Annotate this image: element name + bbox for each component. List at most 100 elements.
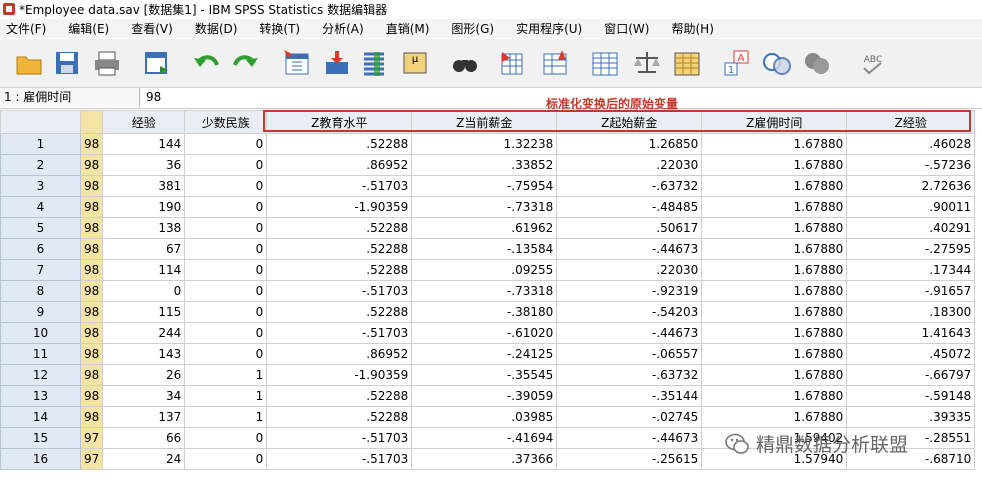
split-file-icon[interactable] [588,46,622,80]
menu-item-1[interactable]: 编辑(E) [62,20,117,37]
data-cell[interactable]: .46028 [846,133,976,155]
data-cell-selected-column[interactable]: 98 [79,133,104,155]
row-number[interactable]: 11 [0,343,81,365]
data-cell-selected-column[interactable]: 98 [79,301,104,323]
row-number[interactable]: 12 [0,364,81,386]
column-header[interactable]: 经验 [102,110,186,134]
data-cell[interactable]: -.51703 [266,280,413,302]
data-cell[interactable]: 1.67880 [701,280,848,302]
data-cell[interactable]: .61962 [411,217,558,239]
data-cell[interactable]: 66 [102,427,186,449]
data-cell[interactable]: 0 [184,280,268,302]
menu-item-7[interactable]: 图形(G) [445,20,502,37]
data-cell[interactable]: 144 [102,133,186,155]
data-cell[interactable]: 1.67880 [701,196,848,218]
menu-item-8[interactable]: 实用程序(U) [510,20,590,37]
data-cell[interactable]: 0 [102,280,186,302]
data-cell-selected-column[interactable]: 98 [79,343,104,365]
data-cell[interactable]: 0 [184,238,268,260]
data-cell[interactable]: -.63732 [556,175,703,197]
data-cell[interactable]: 115 [102,301,186,323]
data-cell[interactable]: -.66797 [846,364,976,386]
data-cell[interactable]: -.35144 [556,385,703,407]
spell-check-icon[interactable]: ABC [856,46,890,80]
data-cell[interactable]: 1.67880 [701,385,848,407]
insert-cases-icon[interactable] [496,46,530,80]
data-cell[interactable]: -.51703 [266,427,413,449]
menu-item-5[interactable]: 分析(A) [316,20,372,37]
data-cell[interactable]: 0 [184,196,268,218]
data-cell[interactable]: -.91657 [846,280,976,302]
data-cell[interactable]: .52288 [266,301,413,323]
data-cell[interactable]: .52288 [266,259,413,281]
data-cell[interactable]: 1.67880 [701,301,848,323]
row-number[interactable]: 3 [0,175,81,197]
row-number[interactable]: 15 [0,427,81,449]
find-icon[interactable] [448,46,482,80]
menu-item-3[interactable]: 数据(D) [189,20,246,37]
redo-icon[interactable] [228,46,262,80]
data-cell[interactable]: .03985 [411,406,558,428]
data-cell[interactable]: -.75954 [411,175,558,197]
menu-item-0[interactable]: 文件(F) [0,20,54,37]
data-cell[interactable]: .17344 [846,259,976,281]
data-cell[interactable]: -.51703 [266,448,413,470]
data-cell-selected-column[interactable]: 98 [79,280,104,302]
data-cell[interactable]: .22030 [556,259,703,281]
data-cell[interactable]: .22030 [556,154,703,176]
data-cell[interactable]: 1.32238 [411,133,558,155]
column-header[interactable]: Z雇佣时间 [701,110,848,134]
column-header[interactable]: Z当前薪金 [411,110,558,134]
data-cell[interactable]: -.63732 [556,364,703,386]
insert-variable-icon[interactable] [538,46,572,80]
open-folder-icon[interactable] [12,46,46,80]
show-all-variables-icon[interactable] [800,46,834,80]
data-cell[interactable]: 1.67880 [701,343,848,365]
data-cell[interactable]: -.51703 [266,322,413,344]
data-cell-selected-column[interactable]: 98 [79,322,104,344]
data-cell[interactable]: 26 [102,364,186,386]
data-cell[interactable]: 0 [184,259,268,281]
data-cell[interactable]: .50617 [556,217,703,239]
row-number[interactable]: 6 [0,238,81,260]
data-cell[interactable]: 1 [184,406,268,428]
data-cell-selected-column[interactable]: 97 [79,448,104,470]
data-cell[interactable]: -.35545 [411,364,558,386]
data-cell[interactable]: -.59148 [846,385,976,407]
weight-cases-icon[interactable] [630,46,664,80]
data-cell-selected-column[interactable]: 98 [79,238,104,260]
value-labels-icon[interactable]: A1 [720,46,754,80]
data-cell[interactable]: -.48485 [556,196,703,218]
data-cell[interactable]: 1.67880 [701,175,848,197]
menu-item-9[interactable]: 窗口(W) [598,20,657,37]
data-cell[interactable]: 1.67880 [701,217,848,239]
data-cell-selected-column[interactable]: 98 [79,364,104,386]
data-cell[interactable]: -.13584 [411,238,558,260]
data-cell-selected-column[interactable]: 98 [79,385,104,407]
data-cell[interactable]: 1.26850 [556,133,703,155]
data-cell[interactable]: .37366 [411,448,558,470]
data-cell[interactable]: .45072 [846,343,976,365]
data-cell[interactable]: -.39059 [411,385,558,407]
data-cell[interactable]: 1 [184,385,268,407]
data-cell[interactable]: .52288 [266,238,413,260]
data-cell[interactable]: -.25615 [556,448,703,470]
data-cell[interactable]: 1 [184,364,268,386]
data-cell[interactable]: .09255 [411,259,558,281]
data-cell[interactable]: 67 [102,238,186,260]
data-cell[interactable]: 0 [184,133,268,155]
data-cell[interactable]: 1.67880 [701,406,848,428]
print-icon[interactable] [90,46,124,80]
data-cell[interactable]: 0 [184,154,268,176]
column-header-selected[interactable] [79,110,104,134]
menu-item-10[interactable]: 帮助(H) [665,20,721,37]
data-cell[interactable]: 1.41643 [846,322,976,344]
data-cell[interactable]: .52288 [266,133,413,155]
row-number[interactable]: 4 [0,196,81,218]
data-cell-selected-column[interactable]: 98 [79,175,104,197]
menu-item-6[interactable]: 直销(M) [380,20,438,37]
data-cell[interactable]: -.57236 [846,154,976,176]
data-cell[interactable]: 137 [102,406,186,428]
data-cell[interactable]: 0 [184,322,268,344]
data-cell-selected-column[interactable]: 98 [79,154,104,176]
